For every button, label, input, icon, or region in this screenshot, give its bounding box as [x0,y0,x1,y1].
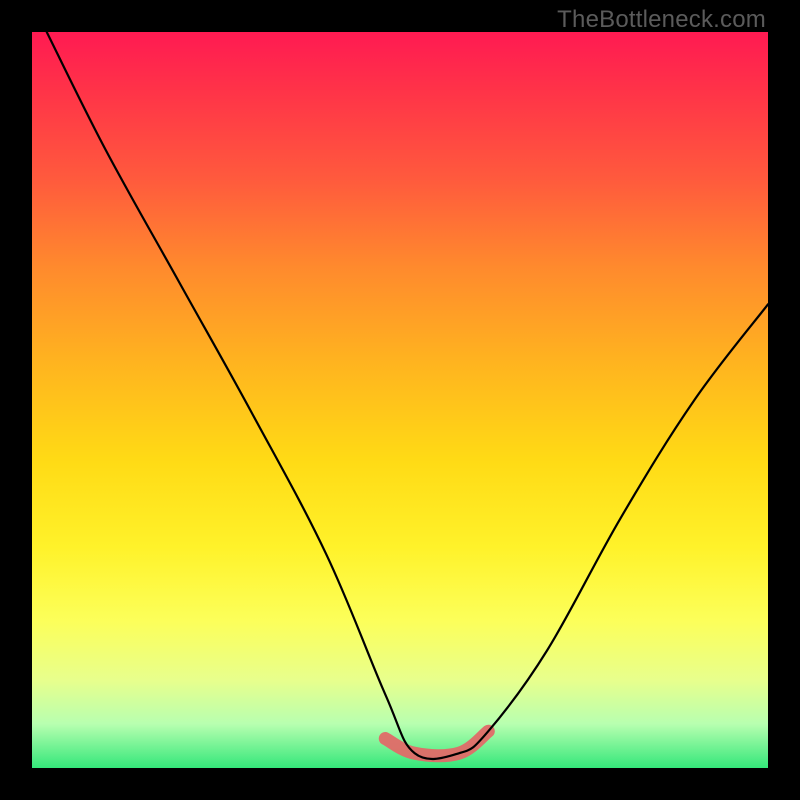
chart-overlay [32,32,768,768]
bottleneck-curve-line [47,32,768,759]
watermark-text: TheBottleneck.com [557,6,766,34]
